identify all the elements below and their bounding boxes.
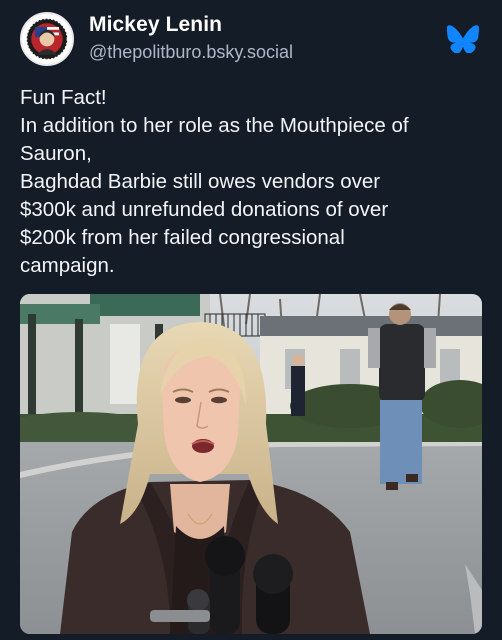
post-body: Fun Fact! In addition to her role as the… (20, 84, 490, 280)
photo-woman-at-microphones (20, 294, 482, 634)
post-line: Sauron, (20, 142, 92, 165)
author-display-name[interactable]: Mickey Lenin (89, 13, 222, 37)
author-avatar[interactable] (20, 12, 74, 66)
author-handle[interactable]: @thepolitburo.bsky.social (89, 42, 293, 63)
post-line: Fun Fact! (20, 86, 107, 109)
post-card: Mickey Lenin @thepolitburo.bsky.social F… (0, 0, 502, 640)
post-line: In addition to her role as the Mouthpiec… (20, 114, 409, 137)
post-line: $300k and unrefunded donations of over (20, 198, 389, 221)
bluesky-butterfly-icon[interactable] (446, 25, 479, 54)
post-line: $200k from her failed congressional (20, 226, 345, 249)
avatar-image (22, 14, 72, 64)
post-image[interactable] (20, 294, 482, 634)
post-line: Baghdad Barbie still owes vendors over (20, 170, 381, 193)
post-line: campaign. (20, 254, 115, 277)
